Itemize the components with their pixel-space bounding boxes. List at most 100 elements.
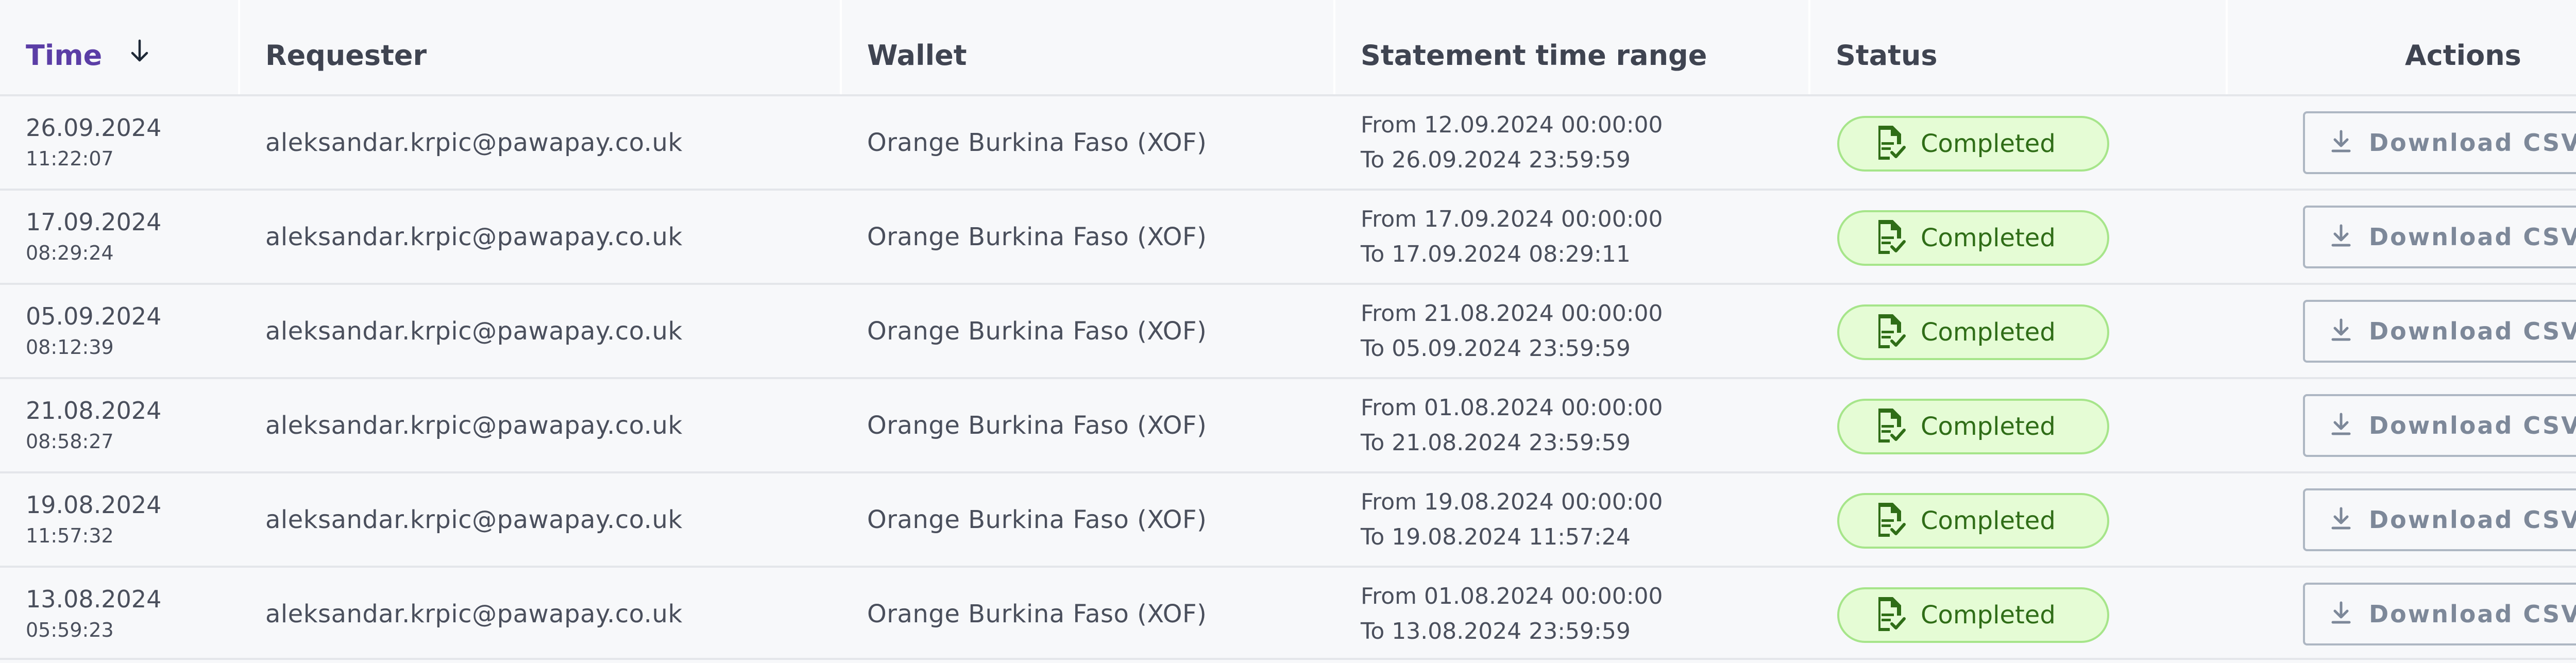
table-row[interactable]: 05.09.2024 08:12:39 aleksandar.krpic@paw… xyxy=(0,283,2576,377)
download-csv-button[interactable]: Download CSV xyxy=(2303,300,2576,363)
download-icon xyxy=(2331,601,2351,627)
wallet-name: Orange Burkina Faso (XOF) xyxy=(867,222,1207,251)
requester-email: aleksandar.krpic@pawapay.co.uk xyxy=(265,128,683,157)
range-from: From 01.08.2024 00:00:00 xyxy=(1361,583,1663,609)
range-cell: From 17.09.2024 00:00:00 To 17.09.2024 0… xyxy=(1361,191,1663,283)
range-to: To 19.08.2024 11:57:24 xyxy=(1361,523,1631,550)
status-label: Completed xyxy=(1921,318,2056,347)
document-check-icon xyxy=(1874,313,1906,351)
column-header-time-label: Time xyxy=(26,39,103,72)
row-date: 13.08.2024 xyxy=(26,585,162,613)
column-divider xyxy=(1808,0,1810,94)
time-cell: 13.08.2024 05:59:23 xyxy=(26,568,161,660)
document-check-icon xyxy=(1874,502,1906,540)
status-badge: Completed xyxy=(1837,116,2109,172)
column-divider xyxy=(1333,0,1335,94)
row-time: 05:59:23 xyxy=(26,618,114,641)
column-divider xyxy=(238,0,240,94)
download-csv-label: Download CSV xyxy=(2369,600,2576,628)
download-csv-button[interactable]: Download CSV xyxy=(2303,488,2576,551)
download-icon xyxy=(2331,129,2351,156)
document-check-icon xyxy=(1874,407,1906,446)
range-to: To 17.09.2024 08:29:11 xyxy=(1361,241,1631,267)
table-row[interactable]: 17.09.2024 08:29:24 aleksandar.krpic@paw… xyxy=(0,189,2576,283)
status-badge: Completed xyxy=(1837,399,2109,454)
download-icon xyxy=(2331,412,2351,439)
status-label: Completed xyxy=(1921,412,2056,441)
status-label: Completed xyxy=(1921,506,2056,535)
requester-email: aleksandar.krpic@pawapay.co.uk xyxy=(265,599,683,628)
table-row[interactable]: 21.08.2024 08:58:27 aleksandar.krpic@paw… xyxy=(0,377,2576,471)
status-label: Completed xyxy=(1921,224,2056,252)
requester-cell: aleksandar.krpic@pawapay.co.uk xyxy=(265,96,683,189)
document-check-icon xyxy=(1874,219,1906,257)
requester-cell: aleksandar.krpic@pawapay.co.uk xyxy=(265,191,683,283)
download-csv-button[interactable]: Download CSV xyxy=(2303,111,2576,174)
requester-email: aleksandar.krpic@pawapay.co.uk xyxy=(265,222,683,251)
download-csv-label: Download CSV xyxy=(2369,223,2576,251)
arrow-down-icon[interactable] xyxy=(129,0,150,110)
download-csv-label: Download CSV xyxy=(2369,129,2576,157)
row-date: 05.09.2024 xyxy=(26,302,162,330)
requester-cell: aleksandar.krpic@pawapay.co.uk xyxy=(265,568,683,660)
column-header-range[interactable]: Statement time range xyxy=(1361,0,1707,94)
requester-email: aleksandar.krpic@pawapay.co.uk xyxy=(265,505,683,534)
column-divider xyxy=(840,0,842,94)
row-date: 17.09.2024 xyxy=(26,208,162,236)
wallet-cell: Orange Burkina Faso (XOF) xyxy=(867,96,1207,189)
wallet-name: Orange Burkina Faso (XOF) xyxy=(867,411,1207,440)
download-csv-button[interactable]: Download CSV xyxy=(2303,206,2576,268)
column-header-actions: Actions xyxy=(2405,39,2521,72)
row-time: 08:12:39 xyxy=(26,335,114,359)
table-row[interactable]: 19.08.2024 11:57:32 aleksandar.krpic@paw… xyxy=(0,471,2576,566)
status-badge: Completed xyxy=(1837,304,2109,360)
range-cell: From 12.09.2024 00:00:00 To 26.09.2024 2… xyxy=(1361,96,1663,189)
column-header-wallet[interactable]: Wallet xyxy=(867,0,967,94)
time-cell: 05.09.2024 08:12:39 xyxy=(26,285,161,377)
wallet-cell: Orange Burkina Faso (XOF) xyxy=(867,285,1207,377)
range-from: From 12.09.2024 00:00:00 xyxy=(1361,111,1663,138)
statements-table: Time Requester Wallet Statement time ran… xyxy=(0,0,2576,663)
column-header-status[interactable]: Status xyxy=(1836,0,1938,94)
range-cell: From 19.08.2024 00:00:00 To 19.08.2024 1… xyxy=(1361,473,1663,566)
document-check-icon xyxy=(1874,596,1906,634)
range-from: From 17.09.2024 00:00:00 xyxy=(1361,206,1663,232)
status-label: Completed xyxy=(1921,129,2056,158)
column-header-time[interactable]: Time xyxy=(26,0,150,94)
download-csv-button[interactable]: Download CSV xyxy=(2303,394,2576,457)
wallet-name: Orange Burkina Faso (XOF) xyxy=(867,128,1207,157)
table-row[interactable]: 13.08.2024 05:59:23 aleksandar.krpic@paw… xyxy=(0,566,2576,660)
download-csv-label: Download CSV xyxy=(2369,412,2576,439)
wallet-cell: Orange Burkina Faso (XOF) xyxy=(867,473,1207,566)
range-cell: From 01.08.2024 00:00:00 To 13.08.2024 2… xyxy=(1361,568,1663,660)
range-to: To 21.08.2024 23:59:59 xyxy=(1361,429,1631,456)
time-cell: 21.08.2024 08:58:27 xyxy=(26,379,161,471)
row-time: 08:29:24 xyxy=(26,241,114,264)
row-time: 11:22:07 xyxy=(26,147,114,170)
requester-email: aleksandar.krpic@pawapay.co.uk xyxy=(265,411,683,440)
download-csv-label: Download CSV xyxy=(2369,317,2576,345)
range-cell: From 21.08.2024 00:00:00 To 05.09.2024 2… xyxy=(1361,285,1663,377)
column-header-requester[interactable]: Requester xyxy=(265,0,427,94)
status-badge: Completed xyxy=(1837,493,2109,549)
wallet-cell: Orange Burkina Faso (XOF) xyxy=(867,379,1207,471)
range-from: From 01.08.2024 00:00:00 xyxy=(1361,394,1663,421)
row-date: 21.08.2024 xyxy=(26,396,162,424)
range-from: From 21.08.2024 00:00:00 xyxy=(1361,300,1663,327)
download-icon xyxy=(2331,318,2351,345)
wallet-cell: Orange Burkina Faso (XOF) xyxy=(867,568,1207,660)
requester-email: aleksandar.krpic@pawapay.co.uk xyxy=(265,316,683,346)
table-header: Time Requester Wallet Statement time ran… xyxy=(0,0,2576,94)
table-row[interactable]: 26.09.2024 11:22:07 aleksandar.krpic@paw… xyxy=(0,94,2576,189)
range-cell: From 01.08.2024 00:00:00 To 21.08.2024 2… xyxy=(1361,379,1663,471)
row-time: 08:58:27 xyxy=(26,430,114,453)
row-date: 26.09.2024 xyxy=(26,113,162,142)
download-icon xyxy=(2331,224,2351,250)
download-icon xyxy=(2331,506,2351,533)
requester-cell: aleksandar.krpic@pawapay.co.uk xyxy=(265,285,683,377)
time-cell: 26.09.2024 11:22:07 xyxy=(26,96,161,189)
wallet-name: Orange Burkina Faso (XOF) xyxy=(867,505,1207,534)
download-csv-button[interactable]: Download CSV xyxy=(2303,583,2576,645)
range-to: To 26.09.2024 23:59:59 xyxy=(1361,146,1631,173)
range-from: From 19.08.2024 00:00:00 xyxy=(1361,488,1663,515)
